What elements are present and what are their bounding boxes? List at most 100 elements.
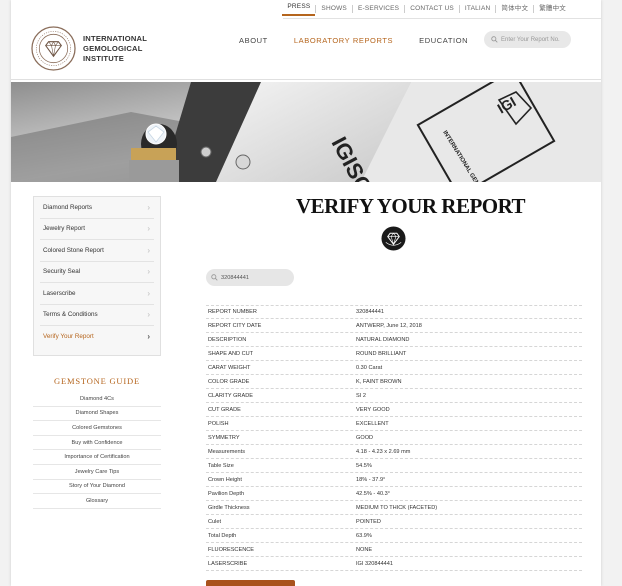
- table-row: Measurements 4.18 - 4.23 x 2.69 mm: [206, 445, 582, 459]
- field-label: CARAT WEIGHT: [208, 364, 251, 371]
- field-value: 320844441: [356, 309, 384, 315]
- e-services-link[interactable]: E-SERVICES: [351, 5, 404, 13]
- table-row: Table Size 54.5%: [206, 459, 582, 473]
- divider: [283, 18, 601, 19]
- main-nav: ABOUT LABORATORY REPORTS EDUCATION: [239, 36, 494, 45]
- guide-link-colored-gemstones[interactable]: Colored Gemstones: [33, 421, 161, 436]
- sidebar-item-label: Laserscribe: [43, 289, 76, 297]
- field-value: NONE: [356, 546, 373, 553]
- field-value: 42.5% - 40.3°: [356, 490, 390, 497]
- chevron-right-icon: ›: [147, 202, 150, 212]
- gemstone-guide-list: Diamond 4Cs Diamond Shapes Colored Gemst…: [33, 392, 161, 509]
- field-value: VERY GOOD: [356, 406, 390, 413]
- table-row: SYMMETRY GOOD: [206, 431, 582, 445]
- guide-link-buy-with-confidence[interactable]: Buy with Confidence: [33, 436, 161, 451]
- guide-link-story-of-your-diamond[interactable]: Story of Your Diamond: [33, 480, 161, 495]
- chevron-right-icon: ›: [147, 288, 150, 298]
- table-row: POLISH EXCELLENT: [206, 417, 582, 431]
- table-row: COLOR GRADE K, FAINT BROWN: [206, 375, 582, 389]
- gemstone-guide-title: GEMSTONE GUIDE: [54, 376, 140, 386]
- field-label: SHAPE AND CUT: [208, 350, 254, 357]
- field-label: Measurements: [208, 448, 245, 455]
- field-label: CLARITY GRADE: [208, 392, 253, 399]
- igi-logo[interactable]: INTERNATIONAL GEMOLOGICAL INSTITUTE: [31, 26, 147, 71]
- chevron-right-icon: ›: [147, 267, 150, 277]
- search-icon: [491, 36, 498, 43]
- sidebar-item-verify-your-report[interactable]: Verify Your Report ›: [40, 326, 154, 348]
- sidebar-item-laserscribe[interactable]: Laserscribe ›: [40, 283, 154, 305]
- field-label: REPORT NUMBER: [208, 309, 257, 315]
- field-label: Total Depth: [208, 532, 237, 539]
- field-label: Girdle Thickness: [208, 504, 250, 511]
- guide-link-diamond-shapes[interactable]: Diamond Shapes: [33, 407, 161, 422]
- page-title: VERIFY YOUR REPORT: [296, 194, 526, 218]
- report-number-search[interactable]: Enter Your Report No.: [484, 31, 571, 48]
- table-row: REPORT NUMBER 320844441: [206, 305, 582, 319]
- table-row: SHAPE AND CUT ROUND BRILLIANT: [206, 347, 582, 361]
- page: PRESS SHOWS E-SERVICES CONTACT US ITALIA…: [11, 0, 601, 586]
- field-label: REPORT CITY DATE: [208, 322, 262, 329]
- field-value: NATURAL DIAMOND: [356, 336, 410, 343]
- field-value: SI 2: [356, 392, 366, 399]
- sidebar-item-label: Security Seal: [43, 268, 81, 276]
- contact-us-link[interactable]: CONTACT US: [404, 5, 459, 13]
- field-label: FLUORESCENCE: [208, 546, 255, 553]
- search-placeholder: Enter Your Report No.: [501, 36, 560, 43]
- chevron-right-icon: ›: [147, 224, 150, 234]
- table-row: CUT GRADE VERY GOOD: [206, 403, 582, 417]
- field-label: Pavilion Depth: [208, 490, 245, 497]
- guide-link-importance-of-certification[interactable]: Importance of Certification: [33, 450, 161, 465]
- table-row: LASERSCRIBE IGI 320844441: [206, 557, 582, 571]
- field-value: MEDIUM TO THICK (FACETED): [356, 504, 438, 511]
- sidebar-item-diamond-reports[interactable]: Diamond Reports ›: [40, 197, 154, 219]
- sidebar-item-label: Colored Stone Report: [43, 246, 104, 254]
- field-label: SYMMETRY: [208, 434, 240, 441]
- sidebar-item-label: Jewelry Report: [43, 225, 85, 233]
- igi-seal-icon: [31, 26, 76, 71]
- traditional-chinese-link[interactable]: 繁體中文: [533, 5, 571, 13]
- field-value: ANTWERP, June 12, 2018: [356, 322, 422, 329]
- report-number-input[interactable]: 320844441: [206, 269, 294, 286]
- press-link[interactable]: PRESS: [282, 3, 316, 16]
- table-row: REPORT CITY DATE ANTWERP, June 12, 2018: [206, 319, 582, 333]
- sidebar-item-label: Terms & Conditions: [43, 311, 98, 319]
- italian-link[interactable]: ITALIAN: [458, 5, 495, 13]
- sidebar-menu: Diamond Reports › Jewelry Report › Colored…: [33, 196, 161, 356]
- nav-laboratory-reports[interactable]: LABORATORY REPORTS: [294, 36, 393, 45]
- field-label: Culet: [208, 518, 222, 525]
- guide-link-diamond-4cs[interactable]: Diamond 4Cs: [33, 392, 161, 407]
- diamond-emblem-icon: [381, 226, 406, 251]
- sidebar-item-colored-stone-report[interactable]: Colored Stone Report ›: [40, 240, 154, 262]
- field-value: EXCELLENT: [356, 420, 389, 427]
- table-row: Crown Height 18% - 37.9°: [206, 473, 582, 487]
- field-value: POINTED: [356, 518, 381, 525]
- table-row: DESCRIPTION NATURAL DIAMOND: [206, 333, 582, 347]
- logo-line-1: INTERNATIONAL: [83, 33, 148, 43]
- nav-education[interactable]: EDUCATION: [419, 36, 468, 45]
- table-row: Culet POINTED: [206, 515, 582, 529]
- sidebar-item-label: Diamond Reports: [43, 203, 92, 211]
- banner-image: IGISCOPE INTERNATIONAL GEMOLOGICAL INSTI…: [11, 82, 601, 182]
- chevron-right-icon: ›: [147, 310, 150, 320]
- field-value: IGI 320844441: [356, 560, 394, 567]
- nav-about[interactable]: ABOUT: [239, 36, 268, 45]
- table-row: CARAT WEIGHT 0.30 Carat: [206, 361, 582, 375]
- field-value: ROUND BRILLIANT: [356, 350, 407, 357]
- simplified-chinese-link[interactable]: 简体中文: [495, 5, 533, 13]
- table-row: CLARITY GRADE SI 2: [206, 389, 582, 403]
- logo-line-3: INSTITUTE: [83, 53, 125, 63]
- guide-link-jewelry-care-tips[interactable]: Jewelry Care Tips: [33, 465, 161, 480]
- action-button[interactable]: [206, 580, 295, 586]
- shows-link[interactable]: SHOWS: [315, 5, 352, 13]
- chevron-right-icon: ›: [147, 332, 150, 342]
- sidebar-item-terms-conditions[interactable]: Terms & Conditions ›: [40, 305, 154, 326]
- field-value: 4.18 - 4.23 x 2.69 mm: [356, 448, 411, 455]
- sidebar-item-security-seal[interactable]: Security Seal ›: [40, 262, 154, 283]
- sidebar-item-jewelry-report[interactable]: Jewelry Report ›: [40, 219, 154, 240]
- logo-text: INTERNATIONAL GEMOLOGICAL INSTITUTE: [83, 34, 147, 64]
- logo-line-2: GEMOLOGICAL: [83, 43, 143, 53]
- guide-link-glossary[interactable]: Glossary: [33, 494, 161, 509]
- field-value: 18% - 37.9°: [356, 476, 386, 483]
- field-value: GOOD: [356, 434, 374, 441]
- report-number-value: 320844441: [221, 274, 249, 281]
